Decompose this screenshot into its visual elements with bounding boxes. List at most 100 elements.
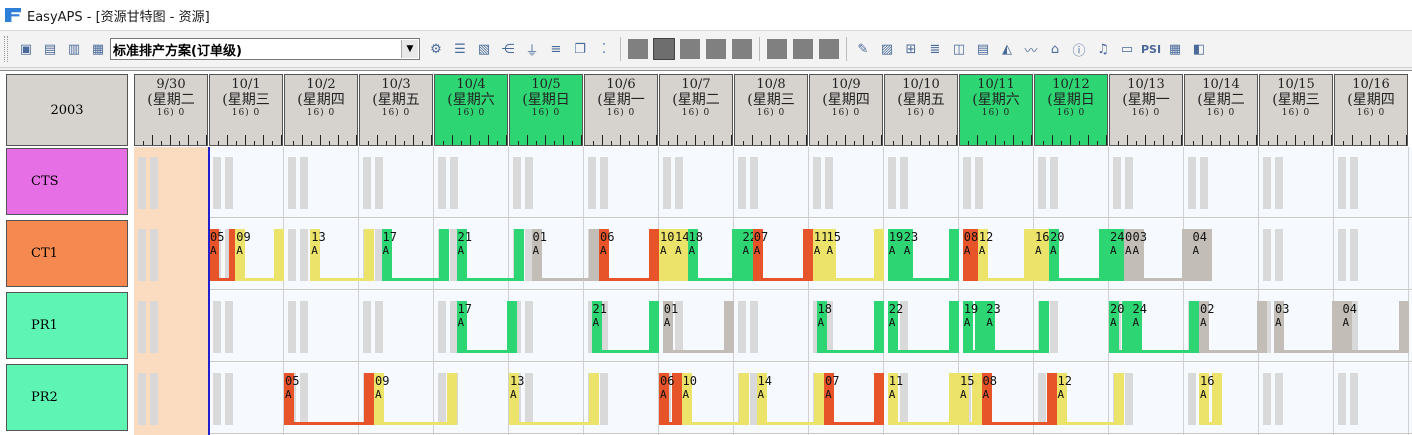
page-icon[interactable]: ▭ — [1116, 38, 1138, 60]
window-icon[interactable]: ◧ — [1188, 38, 1210, 60]
job-bar-end[interactable] — [1256, 301, 1267, 353]
psi-label[interactable]: PSI — [1140, 38, 1162, 60]
job-label[interactable]: 23 A — [904, 231, 918, 258]
job-bar-end[interactable] — [1024, 229, 1034, 281]
job-label[interactable]: 18 A — [818, 303, 832, 330]
job-label[interactable]: 19 A — [889, 231, 903, 258]
list-icon[interactable]: ≡ — [545, 38, 567, 60]
job-label[interactable]: 01 A — [664, 303, 678, 330]
job-bar-end[interactable] — [949, 229, 959, 281]
day-header[interactable]: 10/6 (星期一 16) 0 — [584, 74, 658, 146]
job-label[interactable]: 21 A — [593, 303, 607, 330]
job-label[interactable]: 24 A — [1133, 303, 1147, 330]
resource-label[interactable]: PR1 — [6, 292, 128, 359]
job-label[interactable]: 18 A — [689, 231, 703, 258]
color-block-button[interactable] — [819, 39, 839, 59]
toolbar-grip[interactable] — [4, 36, 8, 62]
printer-icon[interactable]: ▦ — [87, 38, 109, 60]
report-icon[interactable]: ▨ — [876, 38, 898, 60]
day-header[interactable]: 10/12 (星期日 16) 0 — [1034, 74, 1108, 146]
job-label[interactable]: 16 A — [1035, 231, 1049, 258]
job-bar-end[interactable] — [814, 373, 824, 425]
job-label[interactable]: 20 A — [1050, 231, 1064, 258]
job-label[interactable]: 03 A — [1275, 303, 1289, 330]
job-bar-end[interactable] — [874, 301, 884, 353]
job-label[interactable]: 16 A — [1200, 375, 1214, 402]
job-bar-end[interactable] — [731, 229, 742, 281]
job-label[interactable]: 10 A — [660, 231, 674, 258]
save-icon[interactable]: ▣ — [15, 38, 37, 60]
job-label[interactable]: 20 A — [1110, 303, 1124, 330]
day-header[interactable]: 10/1 (星期三 16) 0 — [209, 74, 283, 146]
color-block-button[interactable] — [767, 39, 787, 59]
job-bar-end[interactable] — [274, 229, 284, 281]
job-label[interactable]: 13 A — [510, 375, 524, 402]
job-label[interactable]: 05 A — [210, 231, 224, 258]
job-bar-end[interactable] — [949, 373, 959, 425]
job-bar-end[interactable] — [949, 301, 959, 353]
color-block-button[interactable] — [706, 39, 726, 59]
branch-icon[interactable]: ⋲ — [497, 38, 519, 60]
align-icon[interactable]: ≣ — [924, 38, 946, 60]
day-header[interactable]: 10/16 (星期四 16) 0 — [1334, 74, 1408, 146]
job-label[interactable]: 23 A — [986, 303, 1000, 330]
line-chart-icon[interactable]: 〰 — [1020, 38, 1042, 60]
copy-icon[interactable]: ❐ — [569, 38, 591, 60]
day-header[interactable]: 10/9 (星期四 16) 0 — [809, 74, 883, 146]
job-bar-end[interactable] — [446, 373, 457, 425]
job-bar-end[interactable] — [506, 301, 517, 353]
job-bar-end[interactable] — [514, 229, 524, 281]
job-label[interactable]: 06 A — [660, 375, 674, 402]
color-block-button[interactable] — [628, 39, 648, 59]
day-header[interactable]: 10/8 (星期三 16) 0 — [734, 74, 808, 146]
job-bar-end[interactable] — [1331, 301, 1342, 353]
job-label[interactable]: 04 A — [1193, 231, 1207, 258]
job-bar-end[interactable] — [589, 373, 599, 425]
day-header[interactable]: 10/15 (星期三 16) 0 — [1259, 74, 1333, 146]
job-label[interactable]: 10 A — [683, 375, 697, 402]
area-chart-icon[interactable]: ◭ — [996, 38, 1018, 60]
job-bar-end[interactable] — [589, 229, 599, 281]
color-block-button[interactable] — [732, 39, 752, 59]
dots-icon[interactable]: ⁚ — [593, 38, 615, 60]
job-bar-end[interactable] — [1046, 373, 1057, 425]
resource-label[interactable]: CTS — [6, 148, 128, 215]
day-header[interactable]: 10/10 (星期五 16) 0 — [884, 74, 958, 146]
job-label[interactable]: 05 A — [285, 375, 299, 402]
chevron-down-icon[interactable]: ▼ — [401, 40, 418, 58]
funnel-icon[interactable]: ⏚ — [521, 38, 543, 60]
day-header[interactable]: 10/14 (星期二 16) 0 — [1184, 74, 1258, 146]
table-icon[interactable]: ▦ — [1164, 38, 1186, 60]
job-bar-end[interactable] — [364, 373, 374, 425]
job-label[interactable]: 12 A — [1058, 375, 1072, 402]
document-icon[interactable]: ▧ — [473, 38, 495, 60]
job-label[interactable]: 07 A — [754, 231, 768, 258]
job-label[interactable]: 09 A — [236, 231, 250, 258]
job-label[interactable]: 17 A — [383, 231, 397, 258]
chart-icon[interactable]: ◫ — [948, 38, 970, 60]
color-block-button-active[interactable] — [653, 38, 675, 60]
info-icon[interactable]: ⓘ — [1068, 38, 1090, 60]
day-header[interactable]: 10/5 (星期日 16) 0 — [509, 74, 583, 146]
day-header[interactable]: 10/13 (星期一 16) 0 — [1109, 74, 1183, 146]
job-bar-end[interactable] — [724, 301, 734, 353]
job-bar-end[interactable] — [1114, 373, 1124, 425]
print-icon[interactable]: ▤ — [39, 38, 61, 60]
job-label[interactable]: 07 A — [825, 375, 839, 402]
job-label[interactable]: 24 A — [1110, 231, 1124, 258]
job-label[interactable]: 22 A — [889, 303, 903, 330]
resource-label[interactable]: PR2 — [6, 364, 128, 431]
job-label[interactable]: 15 A — [960, 375, 974, 402]
job-label[interactable]: 21 A — [458, 231, 472, 258]
day-header[interactable]: 10/2 (星期四 16) 0 — [284, 74, 358, 146]
job-label[interactable]: 06 A — [600, 231, 614, 258]
job-bar-end[interactable] — [649, 229, 659, 281]
day-header[interactable]: 10/3 (星期五 16) 0 — [359, 74, 433, 146]
grid-icon[interactable]: ⊞ — [900, 38, 922, 60]
job-label[interactable]: 19 A — [964, 303, 978, 330]
job-label[interactable]: 08 A — [983, 375, 997, 402]
job-bar-end[interactable] — [1189, 301, 1199, 353]
job-label[interactable]: 09 A — [375, 375, 389, 402]
day-header[interactable]: 10/4 (星期六 16) 0 — [434, 74, 508, 146]
job-bar-end[interactable] — [364, 229, 374, 281]
